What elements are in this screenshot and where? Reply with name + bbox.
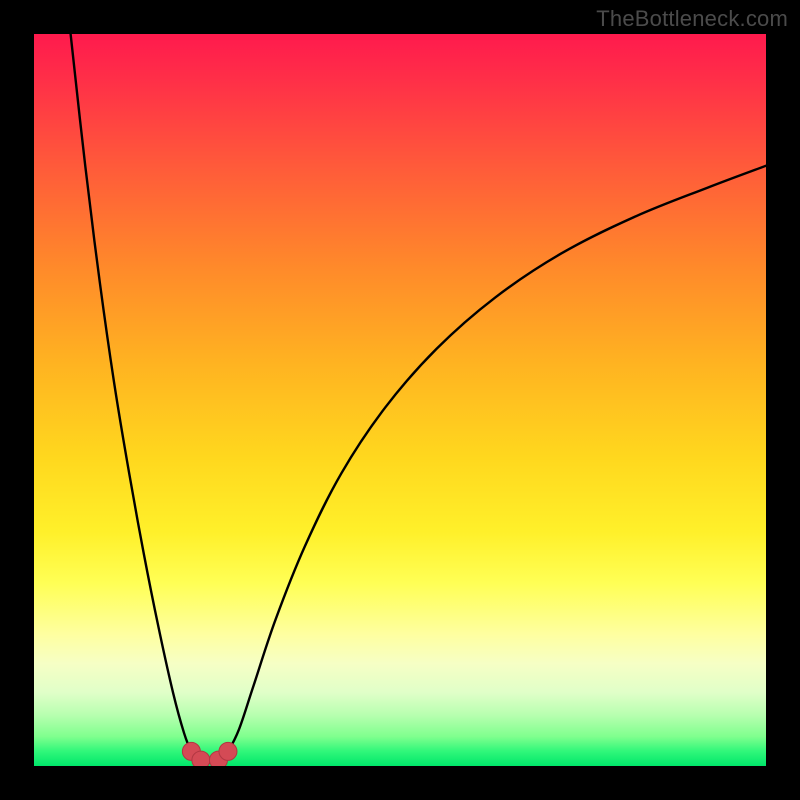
- bottleneck-curve: [71, 34, 766, 763]
- valley-marker: [192, 751, 210, 766]
- plot-area: [34, 34, 766, 766]
- curve-layer: [34, 34, 766, 766]
- chart-frame: TheBottleneck.com: [0, 0, 800, 800]
- valley-marker: [219, 742, 237, 760]
- watermark-text: TheBottleneck.com: [596, 6, 788, 32]
